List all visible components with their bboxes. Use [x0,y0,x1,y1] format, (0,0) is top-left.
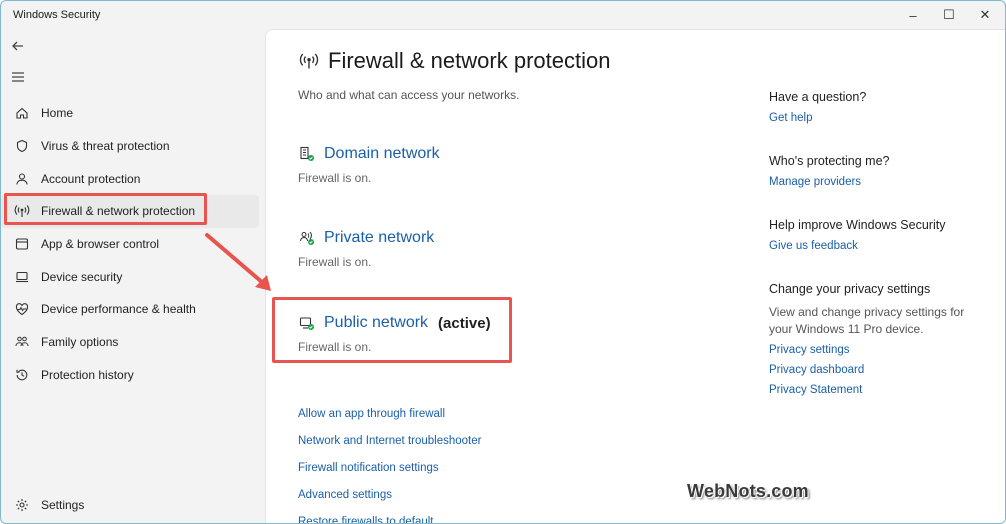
app-window: Windows Security – ☐ ✕ Home Virus & thre… [0,0,1006,524]
back-button[interactable] [11,39,33,57]
page-title: Firewall & network protection [328,48,611,73]
family-icon [13,333,31,351]
troubleshooter-link[interactable]: Network and Internet troubleshooter [298,435,481,462]
network-private: Private network Firewall is on. [298,229,434,269]
annotation-highlight-box [272,297,512,363]
private-network-icon [298,229,316,247]
network-domain: Domain network Firewall is on. [298,145,440,185]
sidebar-item-label: Family options [41,335,119,350]
heart-pulse-icon [13,300,31,318]
give-feedback-link[interactable]: Give us feedback [769,240,969,252]
settings-label: Settings [41,498,85,512]
annotation-arrow-icon [205,233,271,291]
sidebar-item-label: Account protection [41,171,141,186]
get-help-link[interactable]: Get help [769,112,969,124]
sidebar-item-home[interactable]: Home [1,97,263,130]
maximize-icon: ☐ [943,7,955,22]
sidebar-item-label: Device security [41,269,123,284]
privacy-dashboard-link[interactable]: Privacy dashboard [769,364,969,376]
sidebar-item-virus-threat-protection[interactable]: Virus & threat protection [1,130,263,163]
page-subtitle: Who and what can access your networks. [298,88,520,102]
close-icon: ✕ [979,7,991,22]
minimize-icon: – [909,7,917,23]
sidebar-item-label: Virus & threat protection [41,139,170,154]
feedback-section: Help improve Windows Security Give us fe… [769,218,969,252]
browser-window-icon [13,235,31,253]
privacy-section: Change your privacy settings View and ch… [769,282,969,396]
network-status: Firewall is on. [298,255,372,269]
allow-app-link[interactable]: Allow an app through firewall [298,408,481,435]
private-network-link[interactable]: Private network [324,229,434,247]
sidebar-item-settings[interactable]: Settings [1,491,84,519]
privacy-statement-link[interactable]: Privacy Statement [769,384,969,396]
minimize-button[interactable]: – [895,3,931,27]
laptop-icon [13,268,31,286]
sidebar-item-label: Device performance & health [41,302,196,317]
section-heading: Help improve Windows Security [769,218,946,232]
page-header: Firewall & network protection [298,48,610,74]
section-heading: Who's protecting me? [769,154,890,168]
gear-icon [13,496,31,514]
sidebar-item-protection-history[interactable]: Protection history [1,359,263,392]
person-icon [13,170,31,188]
firewall-links: Allow an app through firewall Network an… [298,408,481,523]
app-title: Windows Security [13,9,101,21]
help-section: Have a question? Get help [769,90,969,124]
right-info-panel: Have a question? Get help Who's protecti… [769,90,969,416]
providers-section: Who's protecting me? Manage providers [769,154,969,188]
menu-button[interactable] [11,71,33,89]
sidebar-item-family-options[interactable]: Family options [1,326,263,359]
broadcast-icon [298,50,320,72]
domain-network-icon [298,145,316,163]
maximize-button[interactable]: ☐ [931,3,967,27]
network-status: Firewall is on. [298,171,372,185]
section-heading: Have a question? [769,90,867,104]
home-icon [13,104,31,122]
main-content: Firewall & network protection Who and wh… [265,29,1005,523]
privacy-description: View and change privacy settings for you… [769,305,965,336]
watermark: WebNots.com [687,481,809,501]
title-bar: Windows Security – ☐ ✕ [1,1,1005,29]
back-arrow-icon [12,41,23,51]
hamburger-icon [12,72,24,82]
sidebar-item-label: Protection history [41,367,134,382]
domain-network-link[interactable]: Domain network [324,145,440,163]
sidebar-item-label: App & browser control [41,237,160,252]
advanced-settings-link[interactable]: Advanced settings [298,489,481,516]
privacy-settings-link[interactable]: Privacy settings [769,344,969,356]
sidebar-item-account-protection[interactable]: Account protection [1,162,263,195]
close-button[interactable]: ✕ [967,3,1003,27]
manage-providers-link[interactable]: Manage providers [769,176,969,188]
sidebar-item-label: Home [41,106,74,121]
restore-defaults-link[interactable]: Restore firewalls to default [298,516,481,523]
notification-settings-link[interactable]: Firewall notification settings [298,462,481,489]
shield-icon [13,137,31,155]
history-icon [13,366,31,384]
annotation-highlight-box [4,193,207,225]
section-heading: Change your privacy settings [769,282,931,296]
